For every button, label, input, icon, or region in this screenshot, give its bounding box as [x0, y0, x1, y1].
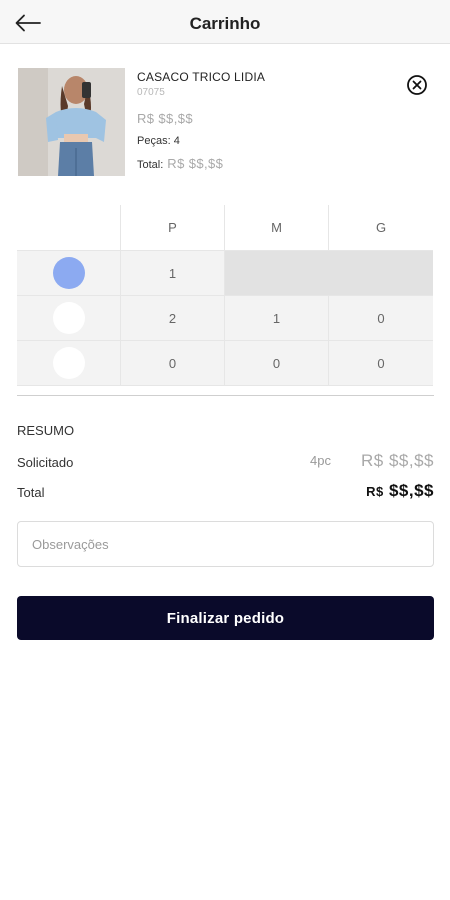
- pieces-label: Peças:: [137, 135, 171, 147]
- color-cell: [17, 341, 121, 386]
- requested-amount: R$ $$,$$: [361, 451, 434, 470]
- summary-requested-row: Solicitado 4pc R$ $$,$$: [17, 451, 434, 473]
- qty-cell[interactable]: 2: [121, 296, 225, 341]
- product-total-value: R$ $$,$$: [167, 156, 224, 171]
- color-swatch[interactable]: [52, 347, 85, 379]
- product-name: CASACO TRICO LIDIA: [137, 70, 266, 84]
- product-code: 07075: [137, 87, 165, 98]
- qty-cell[interactable]: 1: [121, 251, 225, 296]
- qty-cell[interactable]: 0: [329, 296, 433, 341]
- total-value: $$,$$: [388, 481, 434, 500]
- product-total: Total: R$ $$,$$: [137, 156, 265, 171]
- size-grid-row: 2 1 0: [17, 296, 434, 341]
- divider: [17, 395, 434, 396]
- qty-cell[interactable]: 0: [121, 341, 225, 386]
- color-cell: [17, 296, 121, 341]
- product-total-label: Total:: [137, 159, 164, 171]
- remove-item-button[interactable]: [406, 74, 428, 96]
- color-cell: [17, 251, 121, 296]
- product-price: R$ $$,$$: [137, 111, 193, 126]
- requested-pieces: 4pc: [310, 453, 331, 468]
- qty-cell[interactable]: 0: [329, 341, 433, 386]
- requested-label: Solicitado: [17, 455, 74, 470]
- summary-total-row: Total R$ $$,$$: [17, 481, 434, 503]
- size-grid-header: P M G: [17, 205, 434, 251]
- product-image[interactable]: [18, 68, 125, 176]
- size-header-m: M: [225, 205, 329, 251]
- pieces-value: 4: [173, 135, 180, 147]
- qty-cell-unavailable: [329, 251, 433, 296]
- page-title: Carrinho: [189, 14, 261, 33]
- total-currency: R$: [366, 484, 384, 499]
- size-header-p: P: [121, 205, 225, 251]
- size-header-g: G: [329, 205, 433, 251]
- qty-cell[interactable]: 1: [225, 296, 329, 341]
- product-pieces: Peças: 4: [137, 135, 265, 147]
- size-grid: P M G 1 2 1 0 0 0 0: [17, 205, 434, 386]
- size-grid-row: 0 0 0: [17, 341, 434, 386]
- color-swatch[interactable]: [52, 302, 85, 334]
- qty-cell[interactable]: 0: [225, 341, 329, 386]
- size-grid-row: 1: [17, 251, 434, 296]
- notes-input[interactable]: [17, 521, 434, 567]
- total-amount: R$ $$,$$: [366, 481, 434, 501]
- close-circle-icon: [407, 75, 427, 95]
- qty-cell-unavailable: [225, 251, 329, 296]
- app-header: Carrinho: [0, 0, 450, 44]
- grid-corner: [17, 205, 121, 251]
- finish-order-button[interactable]: Finalizar pedido: [17, 596, 434, 640]
- total-label: Total: [17, 485, 45, 500]
- color-swatch-selected[interactable]: [52, 257, 85, 289]
- summary-title: RESUMO: [17, 423, 75, 438]
- cart-item: CASACO TRICO LIDIA 07075 R$ $$,$$ Peças:…: [18, 68, 432, 178]
